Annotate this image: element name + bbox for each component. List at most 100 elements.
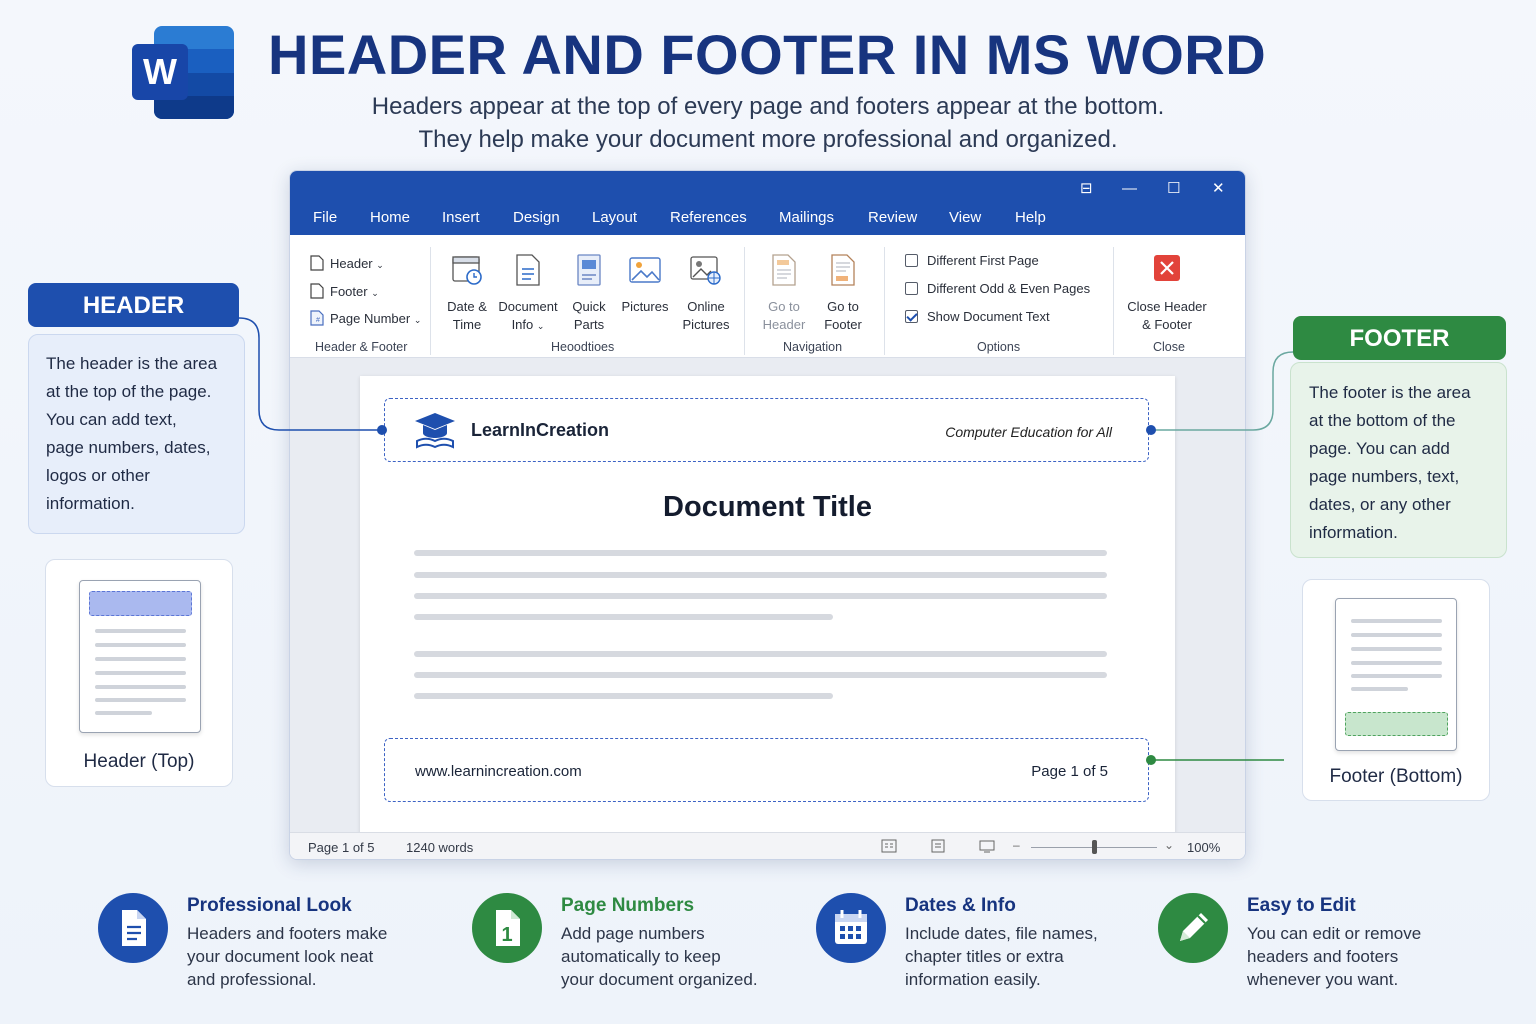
document-info-icon [516,254,540,286]
page-number-icon: 1 [472,893,542,963]
header-description-line: You can add text, [46,410,177,429]
close-header-footer-button[interactable]: Close Header & Footer [1122,253,1212,334]
text-line-placeholder [414,550,1107,556]
online-pictures-button[interactable]: Online Pictures [682,253,730,334]
zoom-out-icon[interactable]: ‒ [1013,838,1020,852]
mini-footer-highlight [1345,712,1448,736]
group-header-footer: Header & Footer [315,340,408,354]
tab-insert[interactable]: Insert [442,209,480,226]
date-time-button[interactable]: Date & Time [443,253,491,334]
checkbox-icon [905,254,918,267]
zoom-slider-handle[interactable] [1092,840,1097,854]
header-description-line: information. [46,494,135,513]
text-line-placeholder [414,693,833,699]
text-line-placeholder [414,651,1107,657]
status-page[interactable]: Page 1 of 5 [308,840,375,855]
feature-title-professional-look: Professional Look [187,895,352,916]
page-number-icon: # [310,310,324,326]
ribbon: Header ⌄ Footer ⌄ # Page Number ⌄ Header … [290,235,1245,358]
text-line-placeholder [414,593,1107,599]
maximize-button[interactable]: ☐ [1167,181,1180,197]
go-to-footer-button[interactable]: Go to Footer [819,253,867,334]
ribbon-display-icon[interactable]: ⊟ [1080,181,1093,197]
footer-description-panel: The footer is the area at the bottom of … [1290,362,1507,558]
footer-card-label: Footer (Bottom) [1329,766,1463,787]
footer-description-line: information. [1309,523,1398,542]
quick-parts-button[interactable]: Quick Parts [568,253,610,334]
header-card-label: Header (Top) [83,751,195,772]
document-title: Document Title [663,491,872,523]
header-description-line: The header is the area [46,354,218,373]
footer-description-line: The footer is the area [1309,383,1471,402]
different-odd-even-checkbox[interactable]: Different Odd & Even Pages [905,281,1090,296]
status-bar: Page 1 of 5 1240 words ‒ ⌄ 100% [290,832,1245,859]
footer-description-line: page. You can add [1309,439,1450,458]
page-title: HEADER AND FOOTER IN MS WORD [268,23,1267,86]
header-illustration-card: Header (Top) [45,559,233,787]
tab-references[interactable]: References [670,209,747,226]
header-dropdown[interactable]: Header ⌄ [310,255,384,271]
word-window: ⊟ — ☐ ✕ File Home Insert Design Layout R… [289,170,1246,860]
read-mode-icon[interactable] [881,839,897,856]
footer-page-number: Page 1 of 5 [1031,763,1108,780]
footer-description-line: at the bottom of the [1309,411,1456,430]
header-description-line: page numbers, dates, [46,438,211,457]
tab-help[interactable]: Help [1015,209,1046,226]
tab-review[interactable]: Review [868,209,917,226]
footer-url: www.learnincreation.com [415,763,582,780]
document-info-button[interactable]: Document Info ⌄ [495,253,561,335]
pictures-icon [629,257,661,283]
close-red-icon [1154,255,1180,281]
footer-description-line: page numbers, text, [1309,467,1460,486]
tab-mailings[interactable]: Mailings [779,209,834,226]
print-layout-icon[interactable] [930,839,946,856]
checkbox-checked-icon [905,310,918,323]
text-line-placeholder [414,572,1107,578]
mini-header-highlight [89,591,192,616]
checkbox-icon [905,282,918,295]
header-tagline: Computer Education for All [945,424,1112,440]
calendar-clock-icon [452,256,482,285]
header-description-line: at the top of the page. [46,382,212,401]
document-area[interactable]: LearnInCreation Computer Education for A… [290,358,1245,846]
page-number-dropdown[interactable]: # Page Number ⌄ [310,310,421,326]
group-close: Close [1153,340,1185,354]
close-window-button[interactable]: ✕ [1212,181,1225,197]
status-words[interactable]: 1240 words [406,840,473,855]
tab-view[interactable]: View [949,209,981,226]
footer-dropdown[interactable]: Footer ⌄ [310,283,379,299]
zoom-level[interactable]: 100% [1187,840,1220,855]
web-layout-icon[interactable] [979,839,995,856]
svg-text:1: 1 [501,924,512,946]
group-navigation: Navigation [783,340,843,354]
feature-text-professional-look: Headers and footers make your document lo… [187,924,388,989]
document-page[interactable]: LearnInCreation Computer Education for A… [360,376,1175,846]
go-to-footer-icon [831,254,855,286]
text-line-placeholder [414,614,833,620]
different-first-page-checkbox[interactable]: Different First Page [905,253,1039,268]
header-region[interactable]: LearnInCreation Computer Education for A… [384,398,1149,462]
page-icon [310,255,324,271]
text-line-placeholder [414,672,1107,678]
footer-region[interactable]: www.learnincreation.com Page 1 of 5 [384,738,1149,802]
feature-title-page-numbers: Page Numbers [561,895,695,916]
header-badge: HEADER [28,283,239,327]
tab-design[interactable]: Design [513,209,560,226]
page-subtitle-line-1: Headers appear at the top of every page … [371,93,1165,120]
graduation-cap-icon [415,413,455,449]
svg-text:#: # [316,317,320,324]
footer-illustration-card: Footer (Bottom) [1302,579,1490,801]
quick-parts-icon [577,254,601,286]
go-to-header-button[interactable]: Go to Header [760,253,808,334]
feature-title-easy-to-edit: Easy to Edit [1247,895,1356,916]
minimize-button[interactable]: — [1122,181,1137,197]
zoom-in-icon[interactable]: ⌄ [1164,838,1174,852]
group-options: Options [977,340,1021,354]
group-insert: Heoodtioes [551,340,615,354]
pictures-button[interactable]: Pictures [620,253,670,316]
svg-text:W: W [143,51,177,92]
show-document-text-checkbox[interactable]: Show Document Text [905,309,1050,324]
tab-home[interactable]: Home [370,209,410,226]
tab-layout[interactable]: Layout [592,209,637,226]
tab-file[interactable]: File [313,209,337,226]
